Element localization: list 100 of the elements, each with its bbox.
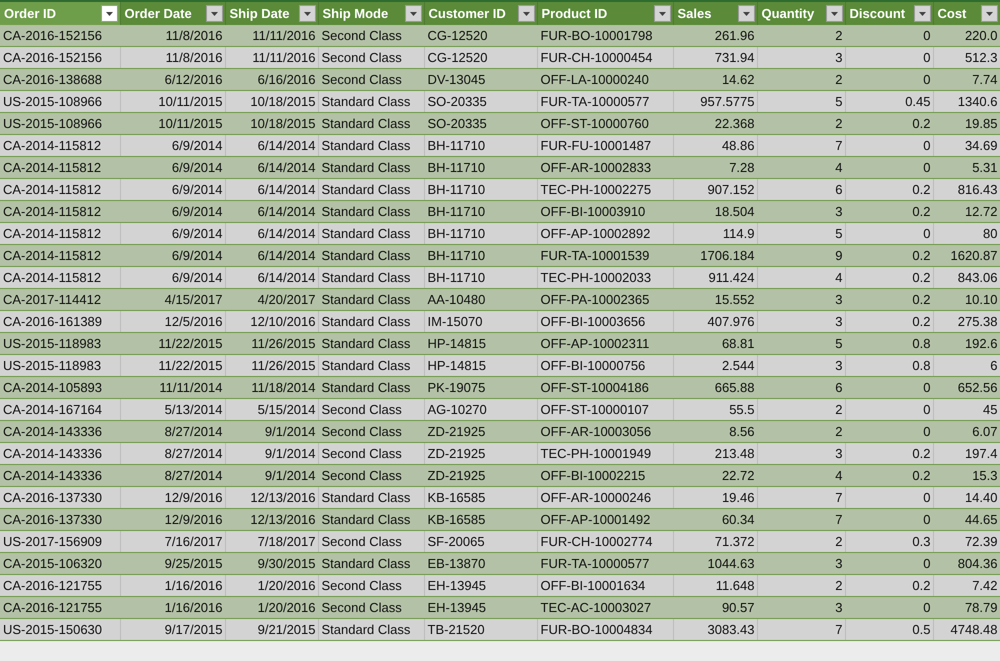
- table-cell: Standard Class: [318, 112, 424, 134]
- table-cell: ZD-21925: [424, 442, 537, 464]
- table-cell: 10/18/2015: [225, 90, 318, 112]
- table-cell: CA-2016-138688: [0, 68, 120, 90]
- table-cell: Standard Class: [318, 90, 424, 112]
- table-cell: 665.88: [673, 376, 757, 398]
- table-cell: BH-11710: [424, 134, 537, 156]
- table-cell: 10/11/2015: [120, 90, 225, 112]
- table-cell: 3: [757, 200, 845, 222]
- table-cell: FUR-TA-10000577: [537, 552, 673, 574]
- filter-dropdown-button[interactable]: [914, 5, 930, 22]
- table-cell: 2: [757, 420, 845, 442]
- table-cell: 6/9/2014: [120, 134, 225, 156]
- table-cell: OFF-BI-10001634: [537, 574, 673, 596]
- column-header[interactable]: Ship Date: [225, 2, 318, 25]
- table-cell: 0.2: [845, 178, 933, 200]
- table-cell: CA-2016-137330: [0, 486, 120, 508]
- table-cell: 19.85: [933, 112, 1000, 134]
- table-cell: 0.45: [845, 90, 933, 112]
- table-cell: Standard Class: [318, 134, 424, 156]
- table-cell: Standard Class: [318, 552, 424, 574]
- table-cell: 9/1/2014: [225, 420, 318, 442]
- table-cell: IM-15070: [424, 310, 537, 332]
- table-cell: 197.4: [933, 442, 1000, 464]
- filter-dropdown-button[interactable]: [206, 5, 222, 22]
- column-header[interactable]: Quantity: [757, 2, 845, 25]
- table-cell: 3: [757, 46, 845, 68]
- table-cell: 8.56: [673, 420, 757, 442]
- table-cell: 911.424: [673, 266, 757, 288]
- column-header[interactable]: Cost: [933, 2, 1000, 25]
- table-cell: OFF-BI-10003910: [537, 200, 673, 222]
- table-cell: 6/14/2014: [225, 200, 318, 222]
- table-cell: CG-12520: [424, 46, 537, 68]
- table-cell: CA-2014-115812: [0, 178, 120, 200]
- table-cell: 0.2: [845, 244, 933, 266]
- table-cell: 0: [845, 25, 933, 46]
- filter-dropdown-button[interactable]: [518, 5, 534, 22]
- filter-dropdown-button[interactable]: [738, 5, 754, 22]
- table-cell: 1/16/2016: [120, 574, 225, 596]
- table-cell: FUR-TA-10000577: [537, 90, 673, 112]
- table-cell: OFF-AR-10000246: [537, 486, 673, 508]
- table-cell: 731.94: [673, 46, 757, 68]
- table-cell: 60.34: [673, 508, 757, 530]
- table-cell: 0: [845, 222, 933, 244]
- table-cell: HP-14815: [424, 332, 537, 354]
- table-cell: Second Class: [318, 574, 424, 596]
- table-cell: 6/16/2016: [225, 68, 318, 90]
- table-cell: 114.9: [673, 222, 757, 244]
- table-cell: OFF-AR-10002833: [537, 156, 673, 178]
- column-header[interactable]: Discount: [845, 2, 933, 25]
- table-cell: Standard Class: [318, 222, 424, 244]
- column-header[interactable]: Order ID: [0, 2, 120, 25]
- table-cell: 7.42: [933, 574, 1000, 596]
- table-cell: 8/27/2014: [120, 420, 225, 442]
- table-cell: 7.28: [673, 156, 757, 178]
- filter-dropdown-button[interactable]: [980, 5, 998, 22]
- column-header[interactable]: Order Date: [120, 2, 225, 25]
- table-cell: 14.62: [673, 68, 757, 90]
- caret-icon: [918, 12, 926, 16]
- table-cell: 7/18/2017: [225, 530, 318, 552]
- table-cell: OFF-BI-10003656: [537, 310, 673, 332]
- table-cell: 0: [845, 508, 933, 530]
- table-cell: Second Class: [318, 530, 424, 552]
- table-cell: AA-10480: [424, 288, 537, 310]
- table-cell: OFF-AP-10001492: [537, 508, 673, 530]
- table-cell: 11/11/2014: [120, 376, 225, 398]
- table-cell: 1/16/2016: [120, 596, 225, 618]
- filter-dropdown-button[interactable]: [826, 5, 842, 22]
- table-cell: 0: [845, 68, 933, 90]
- table-cell: 0.3: [845, 530, 933, 552]
- table-cell: 12.72: [933, 200, 1000, 222]
- table-cell: 6/14/2014: [225, 266, 318, 288]
- table-cell: OFF-AP-10002311: [537, 332, 673, 354]
- column-header[interactable]: Product ID: [537, 2, 673, 25]
- table-cell: 0.2: [845, 574, 933, 596]
- table-cell: Standard Class: [318, 178, 424, 200]
- table-cell: 10/11/2015: [120, 112, 225, 134]
- filter-dropdown-button[interactable]: [100, 5, 118, 22]
- table-cell: HP-14815: [424, 354, 537, 376]
- table-cell: 512.3: [933, 46, 1000, 68]
- table-cell: CA-2016-137330: [0, 508, 120, 530]
- table-cell: 843.06: [933, 266, 1000, 288]
- table-cell: 0: [845, 134, 933, 156]
- table-cell: SO-20335: [424, 112, 537, 134]
- table-cell: 6/14/2014: [225, 222, 318, 244]
- table-cell: 2: [757, 112, 845, 134]
- column-header[interactable]: Customer ID: [424, 2, 537, 25]
- filter-dropdown-button[interactable]: [298, 5, 316, 22]
- column-header[interactable]: Ship Mode: [318, 2, 424, 25]
- table-cell: 220.0: [933, 25, 1000, 46]
- column-header[interactable]: Sales: [673, 2, 757, 25]
- table-cell: 1340.6: [933, 90, 1000, 112]
- filter-dropdown-button[interactable]: [404, 5, 422, 22]
- table-cell: 0: [845, 420, 933, 442]
- table-cell: 407.976: [673, 310, 757, 332]
- table-cell: 11/22/2015: [120, 332, 225, 354]
- table-cell: 9/1/2014: [225, 442, 318, 464]
- table-cell: 15.552: [673, 288, 757, 310]
- filter-dropdown-button[interactable]: [654, 5, 670, 22]
- table-cell: CA-2016-161389: [0, 310, 120, 332]
